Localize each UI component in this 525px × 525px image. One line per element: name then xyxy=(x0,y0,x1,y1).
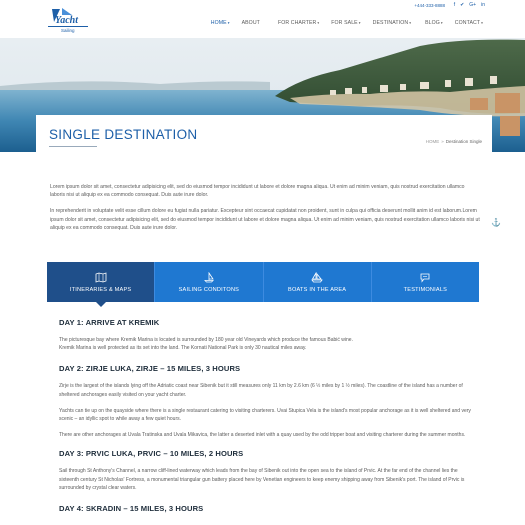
chevron-down-icon: ▾ xyxy=(440,21,443,25)
sailing-icon xyxy=(203,272,214,283)
itinerary-content: DAY 1: ARRIVE AT KREMIK The picturesque … xyxy=(59,318,471,513)
chevron-down-icon: ▾ xyxy=(409,21,412,25)
main-nav: HOME ▾ ABOUT FOR CHARTER ▾ FOR SALE ▾ DESTI… xyxy=(199,20,483,26)
svg-text:Sailing: Sailing xyxy=(61,28,75,33)
site-header: Yacht Sailing +444-333-8888 f ✔ G+ in HO… xyxy=(0,0,525,38)
tab-boats-in-area[interactable]: BOATS IN THE AREA xyxy=(263,262,372,302)
google-plus-icon[interactable]: G+ xyxy=(469,2,476,8)
intro-text: Lorem ipsum dolor sit amet, consectetur … xyxy=(50,183,480,240)
breadcrumb: HOME» Destination Single xyxy=(426,139,482,144)
breadcrumb-separator: » xyxy=(441,139,444,144)
day-title: DAY 3: PRVIC LUKA, PRVIC – 10 MILES, 2 H… xyxy=(59,449,244,459)
linkedin-icon[interactable]: in xyxy=(481,2,485,8)
anchor-icon[interactable]: ⚓ xyxy=(491,218,501,227)
nav-blog[interactable]: BLOG ▾ xyxy=(425,20,443,26)
tab-label: ITINERARIES & MAPS xyxy=(69,287,132,293)
title-underline xyxy=(49,146,97,147)
nav-for-charter[interactable]: FOR CHARTER ▾ xyxy=(278,20,319,26)
tab-label: SAILING CONDITONS xyxy=(178,287,240,293)
nav-destination[interactable]: DESTINATION ▾ xyxy=(373,20,411,26)
breadcrumb-current: Destination Single xyxy=(445,139,482,144)
page-title-box: SINGLE DESTINATION HOME» Destination Sing… xyxy=(36,115,492,155)
chevron-down-icon: ▾ xyxy=(481,21,483,25)
day-paragraph: The picturesque bay where Kremik Marina … xyxy=(59,337,353,352)
chevron-down-icon: ▾ xyxy=(317,21,320,25)
day-paragraph: Yachts can tie up on the quayside where … xyxy=(59,407,471,423)
testimonial-icon xyxy=(420,273,430,283)
breadcrumb-home[interactable]: HOME xyxy=(426,139,440,144)
day-title: DAY 2: ZIRJE LUKA, ZIRJE – 15 MILES, 3 H… xyxy=(59,364,241,374)
tab-label: TESTIMONIALS xyxy=(403,287,448,293)
tab-testimonials[interactable]: TESTIMONIALS xyxy=(371,262,479,302)
tab-itineraries-maps[interactable]: ITINERARIES & MAPS xyxy=(47,262,156,307)
social-links: f ✔ G+ in xyxy=(454,2,485,8)
tab-label: BOATS IN THE AREA xyxy=(288,287,347,293)
facebook-icon[interactable]: f xyxy=(454,2,455,8)
nav-home[interactable]: HOME ▾ xyxy=(211,20,230,26)
svg-text:Yacht: Yacht xyxy=(55,15,79,26)
day-paragraph: Zirje is the largest of the islands lyin… xyxy=(59,383,463,398)
map-icon xyxy=(95,272,107,283)
phone-number[interactable]: +444-333-8888 xyxy=(414,3,445,8)
day-paragraph: There are other anchorages at Uvala Trat… xyxy=(59,432,466,439)
day-title: DAY 1: ARRIVE AT KREMIK xyxy=(59,318,160,327)
nav-contact[interactable]: CONTACT ▾ xyxy=(455,20,483,26)
tab-sailing-conditions[interactable]: SAILING CONDITONS xyxy=(155,262,264,302)
intro-paragraph: In reprehenderit in voluptate velit esse… xyxy=(50,208,480,231)
day-title: DAY 4: SKRADIN – 15 MILES, 3 HOURS xyxy=(59,504,204,514)
yacht-sailing-logo[interactable]: Yacht Sailing xyxy=(46,6,91,34)
page-title: SINGLE DESTINATION xyxy=(49,127,198,142)
twitter-icon[interactable]: ✔ xyxy=(460,2,464,8)
day-paragraph: Sail through St Anthony's Channel, a nar… xyxy=(59,468,465,491)
chevron-down-icon: ▾ xyxy=(227,21,230,25)
destination-tabs: ITINERARIES & MAPS SAILING CONDITONS BOA… xyxy=(47,262,479,307)
chevron-down-icon: ▾ xyxy=(358,21,361,25)
intro-paragraph: Lorem ipsum dolor sit amet, consectetur … xyxy=(50,184,465,199)
nav-about[interactable]: ABOUT xyxy=(242,20,260,26)
nav-for-sale[interactable]: FOR SALE ▾ xyxy=(331,20,360,26)
boat-icon xyxy=(311,272,323,283)
